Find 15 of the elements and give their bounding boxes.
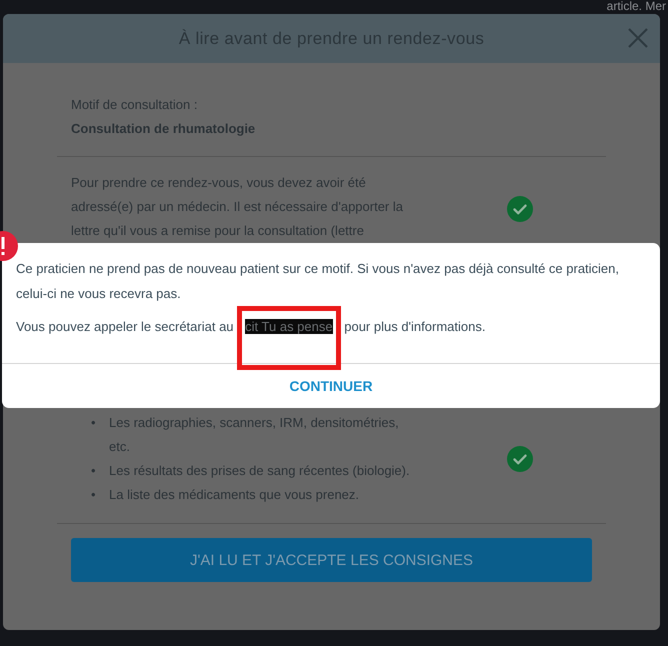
instruction-item: Les radiographies, scanners, IRM, densitométries, etc.	[109, 414, 400, 456]
motif-value: Consultation de rhumatologie	[71, 120, 256, 138]
close-button[interactable]	[626, 26, 650, 50]
alert-message: Ce praticien ne prend pas de nouveau patient sur ce motif. Si vous n'avez pas déjà consulté ce praticien, celui-ci ne vous recevra pas.	[16, 260, 620, 303]
instruction-item: La liste des médicaments que vous prenez.	[109, 486, 360, 504]
bullet: •	[91, 486, 97, 504]
instruction-text: Pour prendre ce rendez-vous, vous devez avoir été adressé(e) par un médecin. Il est nécessaire d'apporter la lettre qu'il vous a remise pour la consultation (lettre	[71, 174, 404, 240]
alert-contact-text: Vous pouvez appeler le secrétariat au cit Tu as pense pour plus d'informations.	[16, 314, 646, 339]
accept-button[interactable]: J'AI LU ET J'ACCEPTE LES CONSIGNES	[71, 538, 592, 582]
background-text: article. Mer	[606, 0, 666, 13]
bullet: •	[91, 414, 97, 432]
instruction-item: Les résultats des prises de sang récentes (biologie).	[109, 462, 411, 480]
bullet: •	[91, 462, 97, 480]
motif-label: Motif de consultation :	[71, 96, 198, 114]
continue-button[interactable]: CONTINUER	[2, 364, 660, 408]
